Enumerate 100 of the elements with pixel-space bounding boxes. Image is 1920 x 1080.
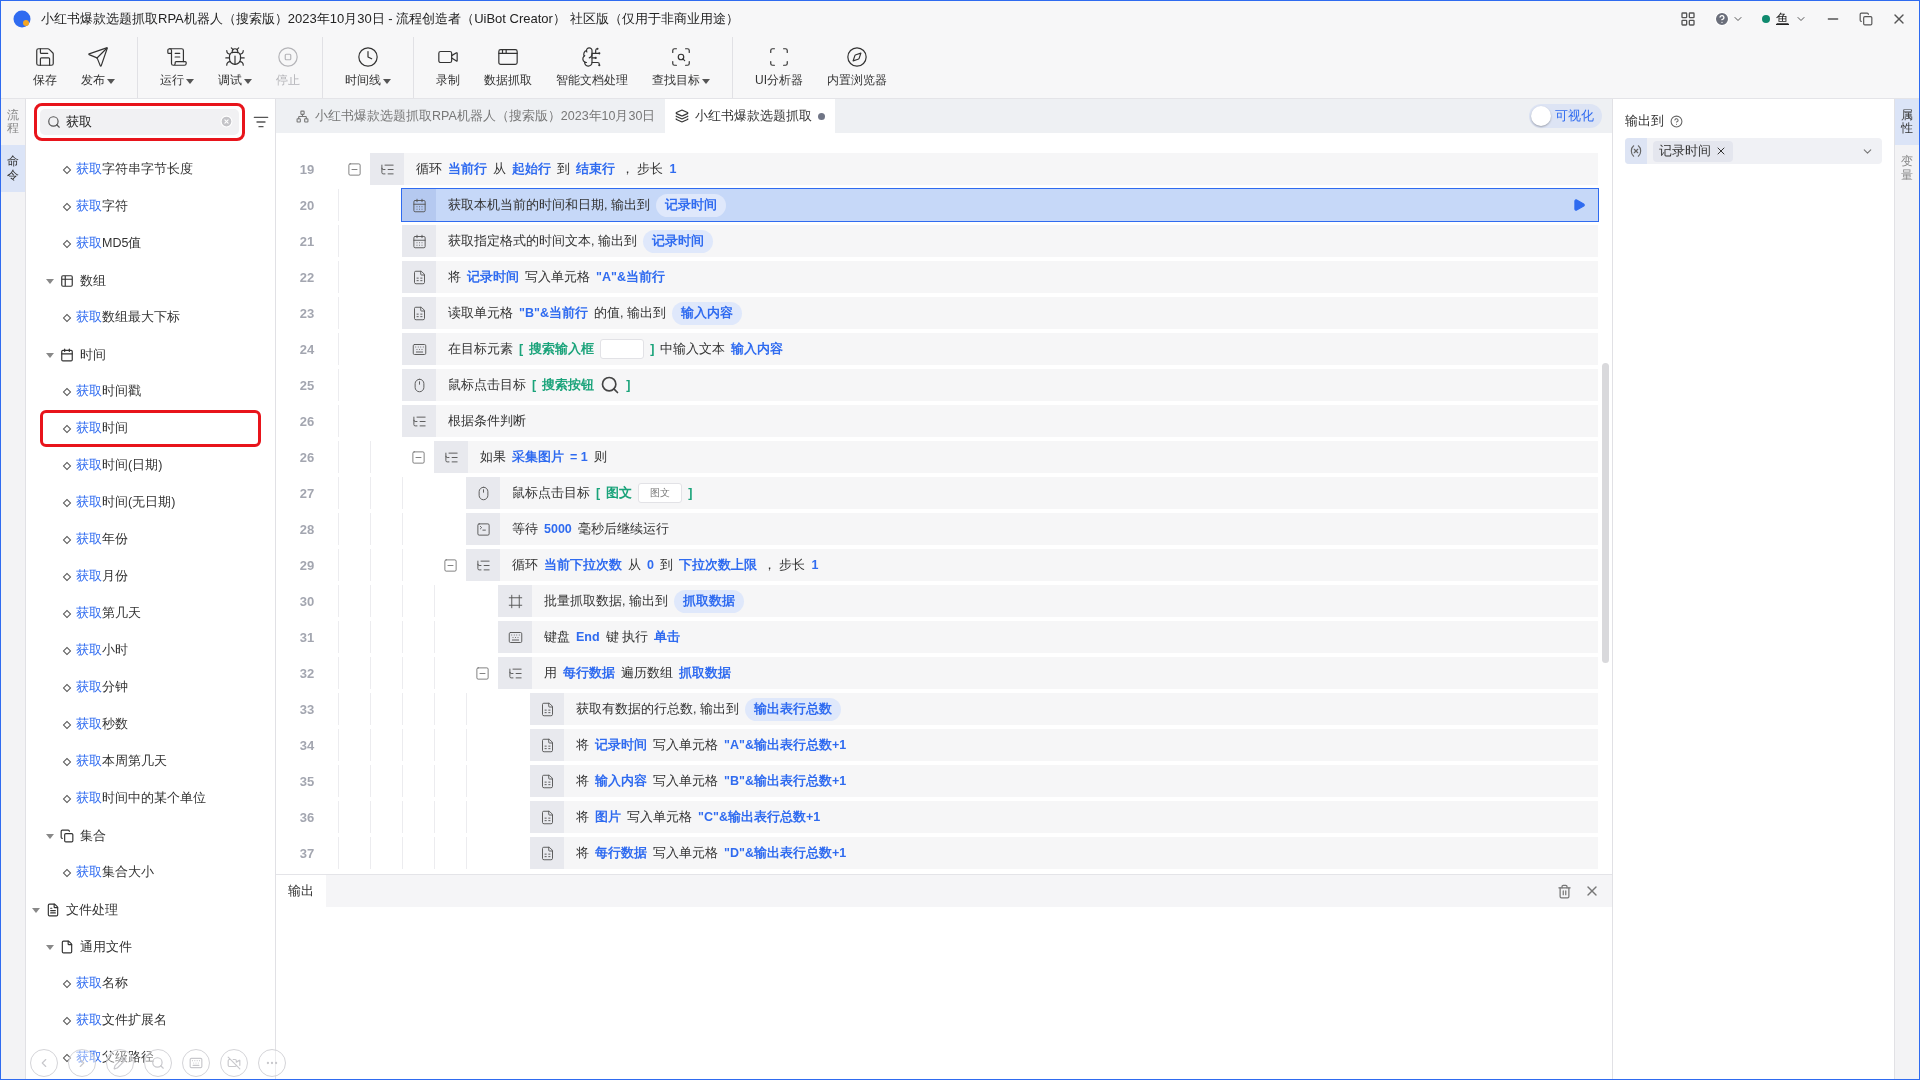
command-item[interactable]: 获取时间中的某个单位	[26, 780, 275, 817]
output-variable-field[interactable]: 记录时间	[1625, 138, 1882, 164]
expand-caret-icon[interactable]	[32, 905, 40, 914]
expand-caret-icon[interactable]	[46, 942, 54, 951]
command-item[interactable]: 获取时间戳	[26, 373, 275, 410]
variable-name: "A"&输出表行总数+1	[724, 736, 847, 754]
calendar-icon	[411, 197, 427, 213]
variable-tag: 记录时间	[655, 193, 726, 217]
spreadsheet-icon	[539, 737, 555, 753]
toolbar-button[interactable]: 数据抓取	[474, 37, 542, 98]
command-item[interactable]: 获取时间	[40, 410, 261, 447]
toolbar-button[interactable]: 录制	[426, 37, 470, 98]
target-name: 搜索按钮	[542, 376, 595, 394]
expand-caret-icon[interactable]	[46, 276, 54, 285]
frame-icon	[507, 593, 523, 609]
side-tab[interactable]: 命令	[1, 145, 25, 192]
user-name[interactable]: 鱼	[1776, 10, 1789, 28]
line-number: 25	[298, 376, 316, 395]
toolbar-button[interactable]: 发布	[71, 37, 125, 98]
line-number: 35	[298, 772, 316, 791]
flow-icon	[411, 413, 427, 429]
command-item[interactable]: 获取文件扩展名	[26, 1002, 275, 1039]
command-item[interactable]: 获取小时	[26, 632, 275, 669]
category-label[interactable]: 文件处理	[66, 900, 118, 919]
command-item[interactable]: 获取时间(日期)	[26, 447, 275, 484]
command-item[interactable]: 获取MD5值	[26, 225, 275, 262]
calendar-icon	[411, 233, 427, 249]
command-item[interactable]: 获取年份	[26, 521, 275, 558]
toolbar-button[interactable]: 调试	[208, 37, 262, 98]
editor-tab[interactable]: 小红书爆款选题抓取RPA机器人（搜索版）2023年10月30日	[286, 99, 666, 133]
remove-icon[interactable]	[1715, 145, 1727, 157]
line-number: 24	[298, 340, 316, 359]
side-tab[interactable]: 属性	[1895, 99, 1919, 146]
toolbar-button[interactable]: 保存	[23, 37, 67, 98]
toolbar-button[interactable]: 智能文档处理	[546, 37, 638, 98]
filter-icon[interactable]	[253, 114, 269, 130]
variable-tag: 记录时间	[642, 229, 713, 253]
command-item[interactable]: 获取本周第几天	[26, 743, 275, 780]
bracket-text: [	[596, 486, 601, 500]
send-icon	[87, 46, 109, 68]
category-label[interactable]: 集合	[80, 826, 106, 845]
restore-icon[interactable]	[1859, 12, 1873, 26]
line-number: 21	[298, 232, 316, 251]
collapse-toggle[interactable]	[442, 557, 458, 573]
command-item[interactable]: 获取字符串字节长度	[26, 151, 275, 188]
toolbar-button[interactable]: 时间线	[335, 37, 401, 98]
expand-caret-icon[interactable]	[46, 350, 54, 359]
target-thumbnail: 图文	[638, 483, 683, 503]
statement-text: 到	[557, 160, 570, 178]
variable-name: 结束行	[576, 160, 615, 178]
command-item[interactable]: 获取名称	[26, 965, 275, 1002]
editor-tab[interactable]: 小红书爆款选题抓取	[665, 99, 836, 133]
statement-text: 循环	[512, 556, 538, 574]
collapse-toggle[interactable]	[410, 449, 426, 465]
search-field[interactable]: 获取	[40, 109, 239, 135]
mouse-icon	[411, 377, 427, 393]
line-number: 29	[298, 556, 316, 575]
trash-icon[interactable]	[1557, 883, 1572, 899]
statement-text: 键盘	[544, 628, 570, 646]
variable-name: 每行数据	[595, 844, 647, 862]
toolbar-button[interactable]: 内置浏览器	[817, 37, 897, 98]
variable-name: "B"&输出表行总数+1	[724, 772, 847, 790]
table-icon	[60, 273, 74, 288]
variable-name: 输入内容	[731, 340, 784, 358]
clear-icon[interactable]	[220, 115, 233, 128]
visualize-toggle[interactable]: 可视化	[1529, 104, 1602, 128]
expand-caret-icon[interactable]	[46, 831, 54, 840]
toolbar-button[interactable]: UI分析器	[745, 37, 813, 98]
toolbar-button[interactable]: 运行	[150, 37, 204, 98]
category-label[interactable]: 时间	[80, 345, 106, 364]
category-label[interactable]: 数组	[80, 271, 106, 290]
collapse-toggle[interactable]	[474, 665, 490, 681]
command-item[interactable]: 获取第几天	[26, 595, 275, 632]
command-item[interactable]: 获取秒数	[26, 706, 275, 743]
toolbar-button[interactable]: 查找目标	[642, 37, 720, 98]
category-label[interactable]: 通用文件	[80, 937, 132, 956]
statement-text: 写入单元格	[653, 772, 718, 790]
help-icon[interactable]	[1670, 115, 1683, 128]
variable-name: 当前下拉次数	[544, 556, 622, 574]
output-tab[interactable]: 输出	[276, 875, 326, 907]
command-item[interactable]: 获取分钟	[26, 669, 275, 706]
variable-name: 输入内容	[595, 772, 647, 790]
command-item[interactable]: 获取时间(无日期)	[26, 484, 275, 521]
statement-text: 将	[576, 772, 589, 790]
variable-name: 起始行	[512, 160, 551, 178]
command-item[interactable]: 获取集合大小	[26, 854, 275, 891]
scrollbar-thumb[interactable]	[1602, 363, 1609, 663]
variable-name: 0	[647, 558, 654, 572]
command-item[interactable]: 获取月份	[26, 558, 275, 595]
statement-text: 如果	[480, 448, 506, 466]
line-number: 28	[298, 520, 316, 539]
collapse-toggle[interactable]	[346, 161, 362, 177]
variable-chip[interactable]: 记录时间	[1653, 140, 1733, 162]
apps-icon[interactable]	[1680, 11, 1696, 27]
statement-text: 根据条件判断	[448, 412, 526, 430]
statement-text: 获取本机当前的时间和日期, 输出到	[448, 196, 650, 214]
run-line-icon[interactable]	[1572, 198, 1586, 212]
command-item[interactable]: 获取数组最大下标	[26, 299, 275, 336]
command-item[interactable]: 获取父级路径	[26, 1039, 275, 1076]
command-item[interactable]: 获取字符	[26, 188, 275, 225]
